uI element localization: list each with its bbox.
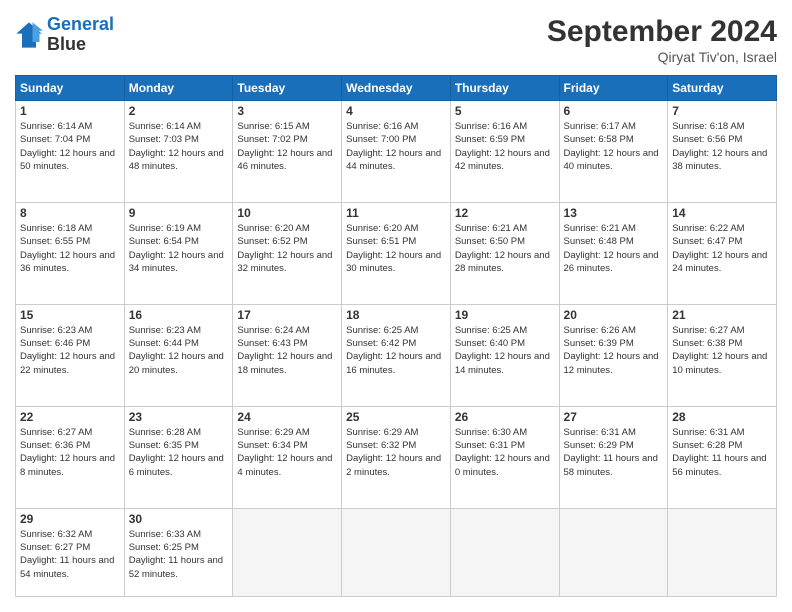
- day-16: 16 Sunrise: 6:23 AMSunset: 6:44 PMDaylig…: [124, 304, 233, 406]
- table-row: 8 Sunrise: 6:18 AMSunset: 6:55 PMDayligh…: [16, 202, 777, 304]
- day-26: 26 Sunrise: 6:30 AMSunset: 6:31 PMDaylig…: [450, 406, 559, 508]
- day-empty-5: [668, 508, 777, 596]
- location-title: Qiryat Tiv'on, Israel: [547, 49, 777, 65]
- day-19: 19 Sunrise: 6:25 AMSunset: 6:40 PMDaylig…: [450, 304, 559, 406]
- calendar-table: Sunday Monday Tuesday Wednesday Thursday…: [15, 75, 777, 597]
- day-25: 25 Sunrise: 6:29 AMSunset: 6:32 PMDaylig…: [342, 406, 451, 508]
- day-9: 9 Sunrise: 6:19 AMSunset: 6:54 PMDayligh…: [124, 202, 233, 304]
- logo-icon: [15, 21, 43, 49]
- col-friday: Friday: [559, 76, 668, 101]
- day-empty-1: [233, 508, 342, 596]
- day-10: 10 Sunrise: 6:20 AMSunset: 6:52 PMDaylig…: [233, 202, 342, 304]
- day-14: 14 Sunrise: 6:22 AMSunset: 6:47 PMDaylig…: [668, 202, 777, 304]
- day-4: 4 Sunrise: 6:16 AMSunset: 7:00 PMDayligh…: [342, 101, 451, 203]
- day-12: 12 Sunrise: 6:21 AMSunset: 6:50 PMDaylig…: [450, 202, 559, 304]
- day-2: 2 Sunrise: 6:14 AMSunset: 7:03 PMDayligh…: [124, 101, 233, 203]
- day-8: 8 Sunrise: 6:18 AMSunset: 6:55 PMDayligh…: [16, 202, 125, 304]
- logo-text: GeneralBlue: [47, 15, 114, 55]
- table-row: 15 Sunrise: 6:23 AMSunset: 6:46 PMDaylig…: [16, 304, 777, 406]
- col-wednesday: Wednesday: [342, 76, 451, 101]
- col-saturday: Saturday: [668, 76, 777, 101]
- header: GeneralBlue September 2024 Qiryat Tiv'on…: [15, 15, 777, 65]
- calendar-header-row: Sunday Monday Tuesday Wednesday Thursday…: [16, 76, 777, 101]
- day-empty-2: [342, 508, 451, 596]
- day-6: 6 Sunrise: 6:17 AMSunset: 6:58 PMDayligh…: [559, 101, 668, 203]
- day-30: 30 Sunrise: 6:33 AMSunset: 6:25 PMDaylig…: [124, 508, 233, 596]
- day-15: 15 Sunrise: 6:23 AMSunset: 6:46 PMDaylig…: [16, 304, 125, 406]
- day-17: 17 Sunrise: 6:24 AMSunset: 6:43 PMDaylig…: [233, 304, 342, 406]
- day-7: 7 Sunrise: 6:18 AMSunset: 6:56 PMDayligh…: [668, 101, 777, 203]
- day-27: 27 Sunrise: 6:31 AMSunset: 6:29 PMDaylig…: [559, 406, 668, 508]
- table-row: 29 Sunrise: 6:32 AMSunset: 6:27 PMDaylig…: [16, 508, 777, 596]
- day-28: 28 Sunrise: 6:31 AMSunset: 6:28 PMDaylig…: [668, 406, 777, 508]
- day-3: 3 Sunrise: 6:15 AMSunset: 7:02 PMDayligh…: [233, 101, 342, 203]
- day-20: 20 Sunrise: 6:26 AMSunset: 6:39 PMDaylig…: [559, 304, 668, 406]
- day-24: 24 Sunrise: 6:29 AMSunset: 6:34 PMDaylig…: [233, 406, 342, 508]
- col-monday: Monday: [124, 76, 233, 101]
- col-sunday: Sunday: [16, 76, 125, 101]
- logo: GeneralBlue: [15, 15, 114, 55]
- day-22: 22 Sunrise: 6:27 AMSunset: 6:36 PMDaylig…: [16, 406, 125, 508]
- day-empty-3: [450, 508, 559, 596]
- day-21: 21 Sunrise: 6:27 AMSunset: 6:38 PMDaylig…: [668, 304, 777, 406]
- day-18: 18 Sunrise: 6:25 AMSunset: 6:42 PMDaylig…: [342, 304, 451, 406]
- day-11: 11 Sunrise: 6:20 AMSunset: 6:51 PMDaylig…: [342, 202, 451, 304]
- day-empty-4: [559, 508, 668, 596]
- day-23: 23 Sunrise: 6:28 AMSunset: 6:35 PMDaylig…: [124, 406, 233, 508]
- table-row: 22 Sunrise: 6:27 AMSunset: 6:36 PMDaylig…: [16, 406, 777, 508]
- day-13: 13 Sunrise: 6:21 AMSunset: 6:48 PMDaylig…: [559, 202, 668, 304]
- day-5: 5 Sunrise: 6:16 AMSunset: 6:59 PMDayligh…: [450, 101, 559, 203]
- col-thursday: Thursday: [450, 76, 559, 101]
- col-tuesday: Tuesday: [233, 76, 342, 101]
- table-row: 1 Sunrise: 6:14 AMSunset: 7:04 PMDayligh…: [16, 101, 777, 203]
- day-1: 1 Sunrise: 6:14 AMSunset: 7:04 PMDayligh…: [16, 101, 125, 203]
- title-section: September 2024 Qiryat Tiv'on, Israel: [547, 15, 777, 65]
- day-29: 29 Sunrise: 6:32 AMSunset: 6:27 PMDaylig…: [16, 508, 125, 596]
- month-title: September 2024: [547, 15, 777, 49]
- page: GeneralBlue September 2024 Qiryat Tiv'on…: [0, 0, 792, 612]
